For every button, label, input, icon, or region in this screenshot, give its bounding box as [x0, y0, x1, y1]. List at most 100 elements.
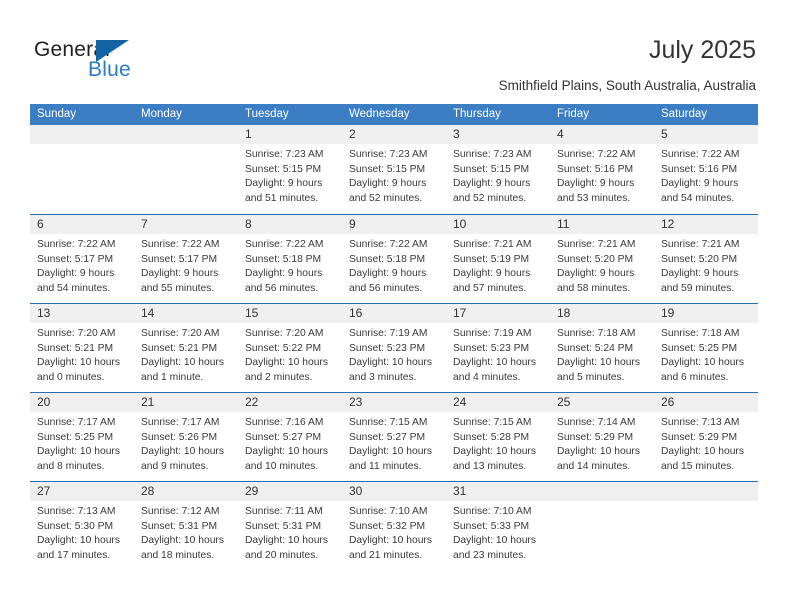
day-detail-line: Daylight: 9 hours — [141, 268, 219, 280]
calendar-day-cell[interactable]: 27 Sunrise: 7:13 AM Sunset: 5:30 PM Dayligh… — [30, 482, 134, 570]
day-detail-line: Daylight: 10 hours — [245, 357, 328, 369]
calendar-day-cell[interactable]: 4 Sunrise: 7:22 AM Sunset: 5:16 PM Daylight… — [550, 125, 654, 214]
day-details: Sunrise: 7:22 AM Sunset: 5:16 PM Daylight:… — [654, 144, 758, 206]
day-detail-line: Sunset: 5:23 PM — [349, 342, 426, 354]
calendar-day-cell[interactable]: 8 Sunrise: 7:22 AM Sunset: 5:18 PM Daylight… — [238, 215, 342, 303]
day-detail-line: and 59 minutes. — [661, 282, 735, 294]
calendar-day-cell[interactable]: 28 Sunrise: 7:12 AM Sunset: 5:31 PM Dayligh… — [134, 482, 238, 570]
calendar-day-cell[interactable]: 5 Sunrise: 7:22 AM Sunset: 5:16 PM Daylight… — [654, 125, 758, 214]
day-detail-line: and 21 minutes. — [349, 549, 423, 561]
day-detail-line: and 51 minutes. — [245, 192, 319, 204]
day-detail-line: and 4 minutes. — [453, 371, 521, 383]
day-detail-line: and 8 minutes. — [37, 460, 105, 472]
day-details: Sunrise: 7:22 AM Sunset: 5:17 PM Daylight:… — [30, 234, 134, 296]
page-title: July 2025 — [648, 36, 756, 64]
calendar-day-cell[interactable]: 12 Sunrise: 7:21 AM Sunset: 5:20 PM Dayligh… — [654, 215, 758, 303]
day-detail-line: Sunrise: 7:10 AM — [453, 506, 532, 517]
calendar-day-cell[interactable]: 25 Sunrise: 7:14 AM Sunset: 5:29 PM Dayligh… — [550, 393, 654, 481]
day-detail-line: and 56 minutes. — [349, 282, 423, 294]
day-number: 10 — [453, 217, 467, 231]
day-detail-line: Sunset: 5:29 PM — [557, 431, 634, 443]
calendar-day-cell[interactable]: 21 Sunrise: 7:17 AM Sunset: 5:26 PM Dayligh… — [134, 393, 238, 481]
general-blue-logo[interactable]: General Blue — [34, 38, 154, 84]
day-details: Sunrise: 7:20 AM Sunset: 5:21 PM Daylight:… — [134, 323, 238, 385]
calendar-day-cell[interactable]: 1 Sunrise: 7:23 AM Sunset: 5:15 PM Daylight… — [238, 125, 342, 214]
calendar-day-cell[interactable]: 11 Sunrise: 7:21 AM Sunset: 5:20 PM Dayligh… — [550, 215, 654, 303]
calendar-day-cell[interactable]: 30 Sunrise: 7:10 AM Sunset: 5:32 PM Dayligh… — [342, 482, 446, 570]
calendar-day-cell[interactable]: 20 Sunrise: 7:17 AM Sunset: 5:25 PM Dayligh… — [30, 393, 134, 481]
day-number: 21 — [141, 395, 155, 409]
day-number-band: 7 — [134, 215, 238, 234]
day-detail-line: Sunset: 5:19 PM — [453, 253, 530, 265]
calendar-day-cell[interactable]: 29 Sunrise: 7:11 AM Sunset: 5:31 PM Dayligh… — [238, 482, 342, 570]
day-details: Sunrise: 7:11 AM Sunset: 5:31 PM Daylight:… — [238, 501, 342, 563]
calendar-day-cell[interactable]: 3 Sunrise: 7:23 AM Sunset: 5:15 PM Daylight… — [446, 125, 550, 214]
day-detail-line: Sunset: 5:15 PM — [349, 163, 426, 175]
calendar-day-cell[interactable]: 22 Sunrise: 7:16 AM Sunset: 5:27 PM Dayligh… — [238, 393, 342, 481]
calendar-day-cell[interactable]: 26 Sunrise: 7:13 AM Sunset: 5:29 PM Dayligh… — [654, 393, 758, 481]
day-number: 16 — [349, 306, 363, 320]
day-number: 11 — [557, 217, 570, 231]
day-detail-line: and 11 minutes. — [349, 460, 422, 472]
day-details: Sunrise: 7:13 AM Sunset: 5:29 PM Daylight:… — [654, 412, 758, 474]
day-detail-line: Daylight: 9 hours — [453, 268, 531, 280]
day-detail-line: Sunrise: 7:17 AM — [37, 417, 116, 428]
calendar-day-cell[interactable]: 18 Sunrise: 7:18 AM Sunset: 5:24 PM Dayligh… — [550, 304, 654, 392]
calendar-day-cell[interactable]: 13 Sunrise: 7:20 AM Sunset: 5:21 PM Dayligh… — [30, 304, 134, 392]
day-detail-line: and 20 minutes. — [245, 549, 319, 561]
day-number-band: 26 — [654, 393, 758, 412]
day-detail-line: Sunset: 5:20 PM — [557, 253, 634, 265]
day-details: Sunrise: 7:15 AM Sunset: 5:27 PM Daylight:… — [342, 412, 446, 474]
day-number-band: 29 — [238, 482, 342, 501]
calendar-day-cell[interactable]: 17 Sunrise: 7:19 AM Sunset: 5:23 PM Dayligh… — [446, 304, 550, 392]
calendar-day-cell[interactable]: 23 Sunrise: 7:15 AM Sunset: 5:27 PM Dayligh… — [342, 393, 446, 481]
day-number-band: 12 — [654, 215, 758, 234]
day-details: Sunrise: 7:19 AM Sunset: 5:23 PM Daylight:… — [342, 323, 446, 385]
day-number-band: 5 — [654, 125, 758, 144]
calendar-day-cell[interactable]: 16 Sunrise: 7:19 AM Sunset: 5:23 PM Dayligh… — [342, 304, 446, 392]
day-detail-line: Daylight: 10 hours — [37, 446, 120, 458]
day-details: Sunrise: 7:21 AM Sunset: 5:20 PM Daylight:… — [550, 234, 654, 296]
weekday-header-wednesday: Wednesday — [349, 108, 410, 120]
day-detail-line: Sunrise: 7:21 AM — [557, 239, 636, 250]
calendar-day-cell[interactable]: 6 Sunrise: 7:22 AM Sunset: 5:17 PM Daylight… — [30, 215, 134, 303]
day-detail-line: Sunset: 5:16 PM — [557, 163, 634, 175]
day-detail-line: Sunset: 5:28 PM — [453, 431, 530, 443]
day-details: Sunrise: 7:23 AM Sunset: 5:15 PM Daylight:… — [446, 144, 550, 206]
weekday-header-monday: Monday — [141, 108, 182, 120]
day-detail-line: Daylight: 10 hours — [661, 446, 744, 458]
calendar-day-cell[interactable]: 24 Sunrise: 7:15 AM Sunset: 5:28 PM Dayligh… — [446, 393, 550, 481]
calendar-week-row: 20 Sunrise: 7:17 AM Sunset: 5:25 PM Dayligh… — [30, 392, 758, 481]
day-number-band: 19 — [654, 304, 758, 323]
day-number-band: 9 — [342, 215, 446, 234]
calendar-day-cell[interactable]: 10 Sunrise: 7:21 AM Sunset: 5:19 PM Dayligh… — [446, 215, 550, 303]
day-number: 30 — [349, 484, 363, 498]
day-number-band: 14 — [134, 304, 238, 323]
day-detail-line: Sunset: 5:18 PM — [245, 253, 322, 265]
day-detail-line: Daylight: 9 hours — [557, 178, 635, 190]
calendar-day-cell[interactable]: 9 Sunrise: 7:22 AM Sunset: 5:18 PM Daylight… — [342, 215, 446, 303]
day-number: 2 — [349, 127, 356, 141]
day-detail-line: Sunset: 5:17 PM — [141, 253, 218, 265]
calendar-day-cell[interactable]: 31 Sunrise: 7:10 AM Sunset: 5:33 PM Dayligh… — [446, 482, 550, 570]
day-detail-line: Sunrise: 7:13 AM — [661, 417, 740, 428]
day-number-band: 13 — [30, 304, 134, 323]
calendar-day-cell[interactable]: 14 Sunrise: 7:20 AM Sunset: 5:21 PM Dayligh… — [134, 304, 238, 392]
day-detail-line: Sunrise: 7:13 AM — [37, 506, 116, 517]
day-detail-line: Sunrise: 7:21 AM — [661, 239, 740, 250]
day-details: Sunrise: 7:23 AM Sunset: 5:15 PM Daylight:… — [342, 144, 446, 206]
calendar-day-cell[interactable]: 15 Sunrise: 7:20 AM Sunset: 5:22 PM Dayligh… — [238, 304, 342, 392]
calendar-day-cell-empty — [30, 125, 134, 214]
calendar-day-cell[interactable]: 7 Sunrise: 7:22 AM Sunset: 5:17 PM Daylight… — [134, 215, 238, 303]
calendar-week-row: 13 Sunrise: 7:20 AM Sunset: 5:21 PM Dayligh… — [30, 303, 758, 392]
calendar-day-cell[interactable]: 2 Sunrise: 7:23 AM Sunset: 5:15 PM Daylight… — [342, 125, 446, 214]
day-details: Sunrise: 7:18 AM Sunset: 5:24 PM Daylight:… — [550, 323, 654, 385]
day-detail-line: Daylight: 10 hours — [453, 535, 536, 547]
day-details: Sunrise: 7:23 AM Sunset: 5:15 PM Daylight:… — [238, 144, 342, 206]
day-details: Sunrise: 7:19 AM Sunset: 5:23 PM Daylight:… — [446, 323, 550, 385]
calendar-day-cell[interactable]: 19 Sunrise: 7:18 AM Sunset: 5:25 PM Dayligh… — [654, 304, 758, 392]
day-detail-line: Sunset: 5:25 PM — [37, 431, 114, 443]
weekday-header-thursday: Thursday — [453, 108, 501, 120]
day-detail-line: Daylight: 10 hours — [453, 446, 536, 458]
day-details: Sunrise: 7:21 AM Sunset: 5:20 PM Daylight:… — [654, 234, 758, 296]
